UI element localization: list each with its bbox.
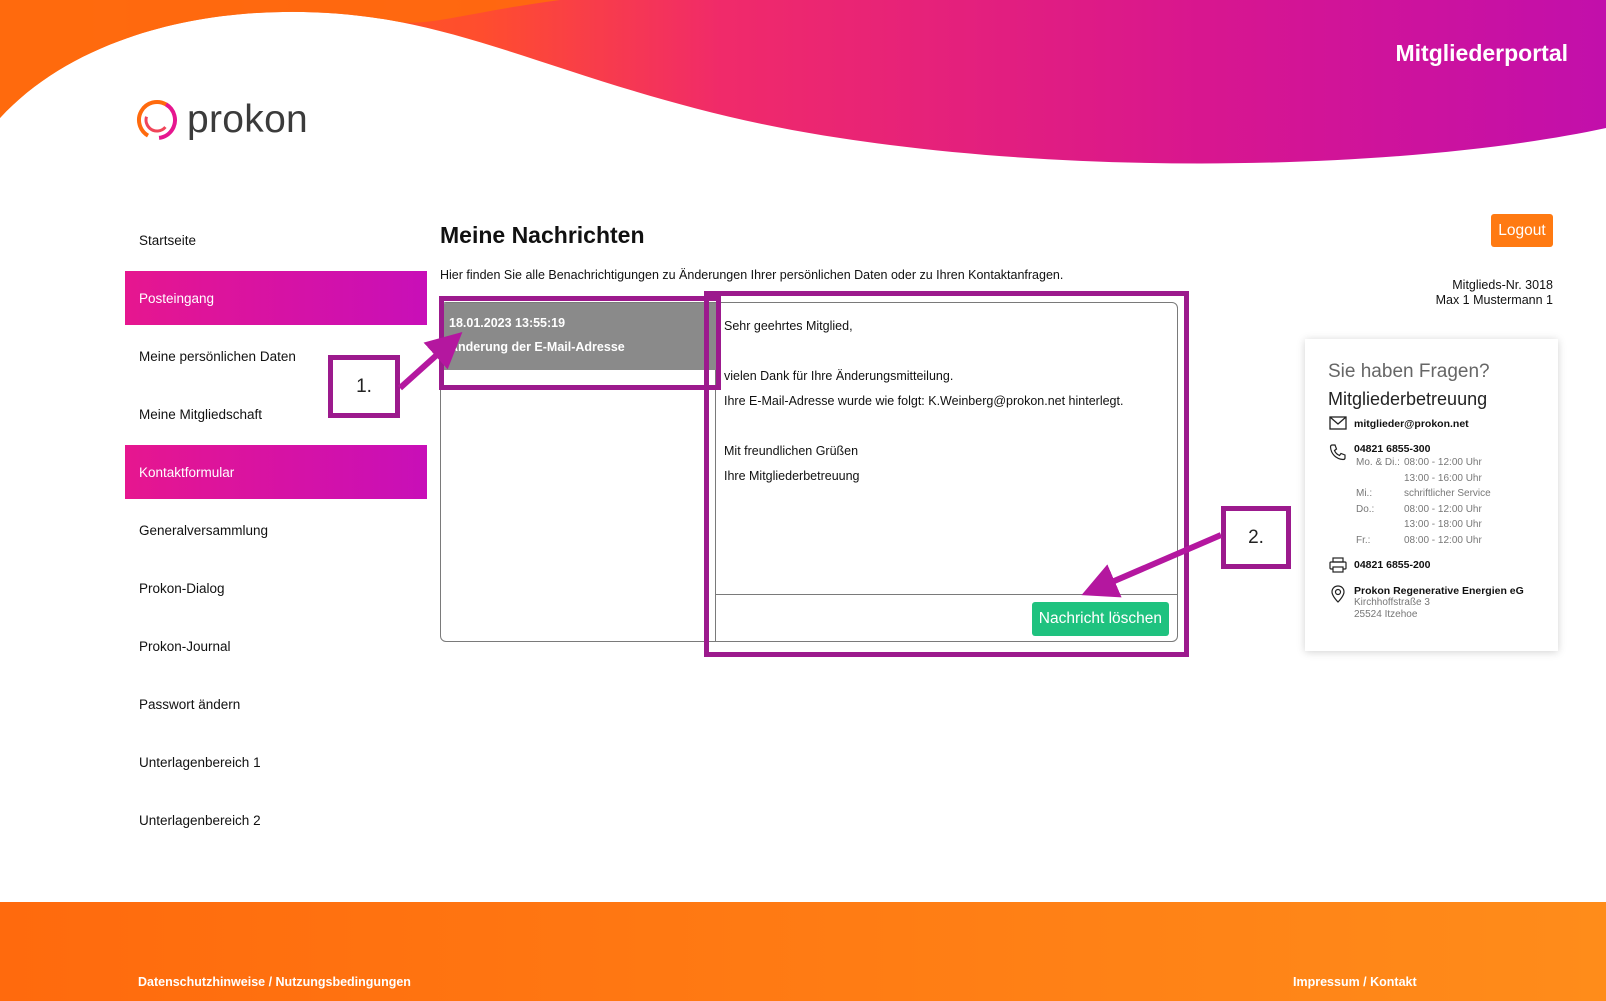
hours-day: Do.: [1356,503,1375,515]
contact-fax: 04821 6855-200 [1354,559,1431,571]
footer: Datenschutzhinweise / Nutzungsbedingunge… [0,902,1606,1001]
contact-street: Kirchhoffstraße 3 [1354,597,1430,608]
arrow-2 [1081,532,1223,598]
contact-email-link[interactable]: mitglieder@prokon.net [1354,418,1469,430]
contact-address-row: Prokon Regenerative Energien eG Kirchhof… [1328,585,1558,621]
member-number: Mitglieds-Nr. 3018 [1452,278,1553,292]
imprint-link[interactable]: Impressum / Kontakt [1293,975,1417,989]
contact-city: 25524 Itzehoe [1354,609,1418,620]
member-name: Max 1 Mustermann 1 [1435,293,1553,307]
phone-icon [1328,443,1348,461]
hours-day: Mi.: [1356,488,1373,499]
hours-time: 08:00 - 12:00 Uhr [1404,457,1482,468]
contact-fax-row: 04821 6855-200 [1328,557,1558,573]
contact-phone-row: 04821 6855-300 Mo. & Di.: 08:00 - 12:00 U… [1328,443,1558,548]
location-pin-icon [1328,585,1348,603]
hours-time: 13:00 - 18:00 Uhr [1404,519,1482,530]
hours-day [1356,471,1404,487]
logout-button[interactable]: Logout [1491,214,1553,247]
contact-company: Prokon Regenerative Energien eG [1354,585,1524,597]
hours-time: schriftlicher Service [1404,488,1491,499]
contact-title: Mitgliederbetreuung [1328,389,1488,409]
mail-icon [1328,416,1348,430]
hours-time: 08:00 - 12:00 Uhr [1404,534,1482,546]
privacy-link[interactable]: Datenschutzhinweise / Nutzungsbedingunge… [138,975,411,989]
contact-question: Sie haben Fragen? [1328,361,1490,382]
contact-card: Sie haben Fragen? Mitgliederbetreuung mi… [1305,339,1558,651]
hours-time: 13:00 - 16:00 Uhr [1404,472,1482,484]
fax-icon [1328,557,1348,573]
hours-day: Fr.: [1356,534,1371,546]
hours-time: 08:00 - 12:00 Uhr [1404,503,1482,515]
hours-day [1356,517,1404,533]
contact-phone: 04821 6855-300 [1354,443,1431,455]
opening-hours: Mo. & Di.: 08:00 - 12:00 Uhr 13:00 - 16:0… [1356,455,1491,548]
arrow-1 [397,331,463,391]
member-info: Mitglieds-Nr. 3018 Max 1 Mustermann 1 [1436,278,1553,308]
hours-day: Mo. & Di.: [1356,457,1400,468]
contact-email-row: mitglieder@prokon.net [1328,416,1558,430]
